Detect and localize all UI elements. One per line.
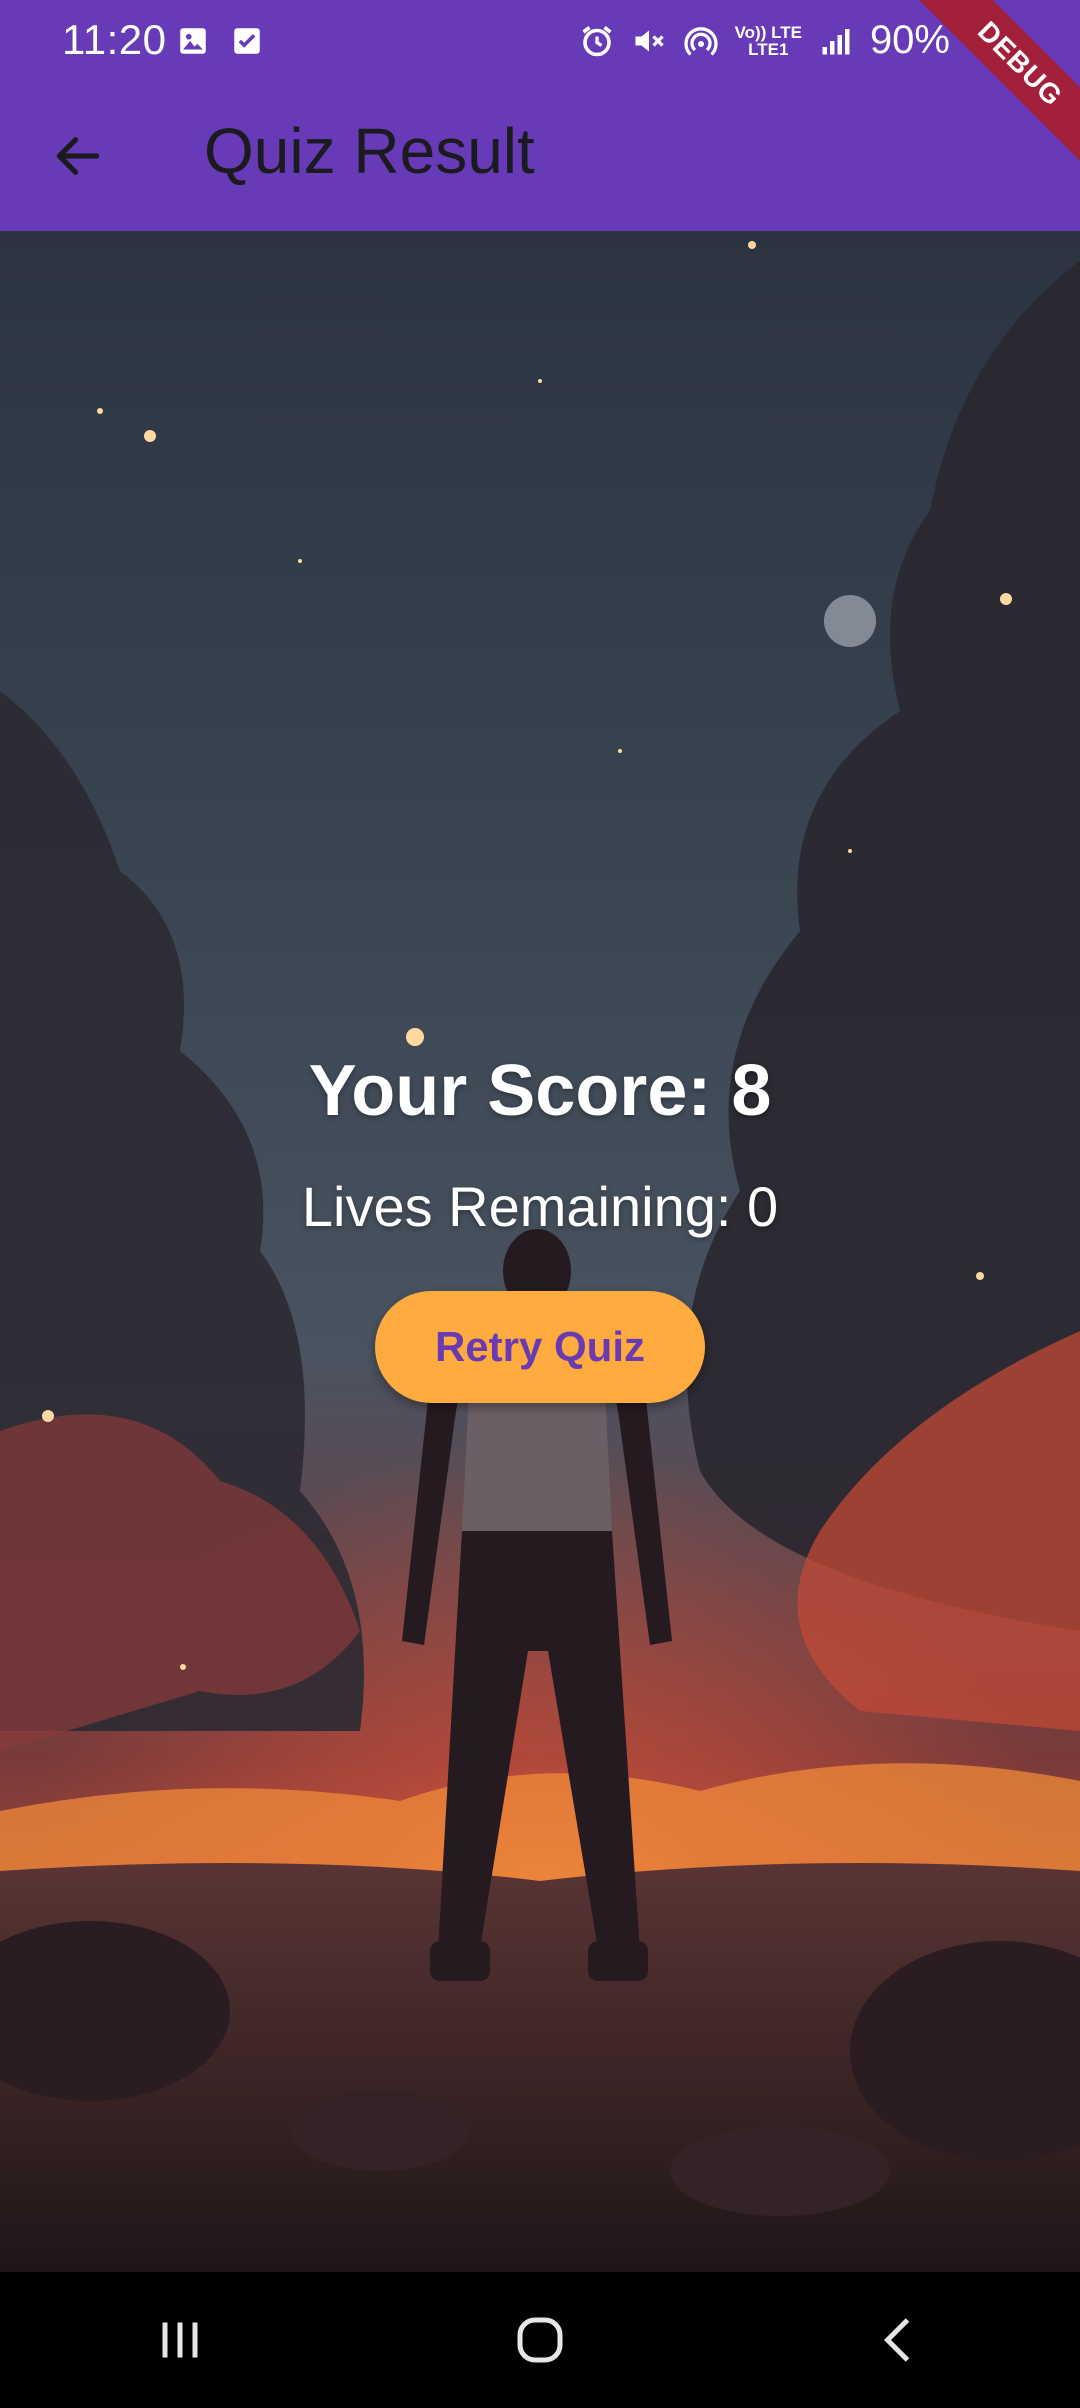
lives-remaining-text: Lives Remaining: 0 bbox=[301, 1175, 779, 1238]
page-title: Quiz Result bbox=[204, 115, 535, 187]
retry-quiz-button[interactable]: Retry Quiz bbox=[375, 1291, 705, 1403]
arrow-back-icon bbox=[56, 137, 100, 175]
calendar-check-icon bbox=[234, 28, 260, 54]
back-icon bbox=[883, 2318, 910, 2362]
hotspot-icon bbox=[683, 26, 718, 56]
result-panel: Your Score: 8 Lives Remaining: 0 Retry Q… bbox=[0, 1050, 1080, 1403]
signal-icon bbox=[822, 28, 850, 54]
status-right-icons: Vo)) LTE LTE1 90% bbox=[579, 18, 1002, 63]
battery-percent: 90% bbox=[869, 18, 950, 62]
home-button[interactable] bbox=[480, 2290, 600, 2390]
recents-button[interactable] bbox=[120, 2290, 240, 2390]
app-bar: Quiz Result bbox=[0, 80, 1080, 231]
status-time: 11:20 bbox=[62, 16, 167, 63]
recents-icon bbox=[162, 2322, 198, 2358]
score-text: Your Score: 8 bbox=[308, 1051, 772, 1131]
alarm-icon bbox=[581, 25, 612, 56]
lte-top-label: Vo)) LTE bbox=[734, 22, 802, 42]
status-left-icons bbox=[176, 24, 264, 58]
mute-icon bbox=[635, 30, 664, 51]
system-nav-bar bbox=[0, 2272, 1080, 2408]
quiz-result-screen: 11:20 Vo)) LTE LTE1 90% DEBUG Quiz Resul… bbox=[0, 0, 1080, 2408]
lte-bottom-label: LTE1 bbox=[748, 39, 789, 59]
back-button[interactable] bbox=[46, 124, 110, 188]
status-bar: 11:20 Vo)) LTE LTE1 90% bbox=[0, 0, 1080, 80]
home-icon bbox=[517, 2317, 563, 2363]
nav-back-button[interactable] bbox=[840, 2290, 960, 2390]
lte-indicator: Vo)) LTE LTE1 bbox=[735, 24, 802, 58]
image-icon bbox=[180, 28, 206, 54]
